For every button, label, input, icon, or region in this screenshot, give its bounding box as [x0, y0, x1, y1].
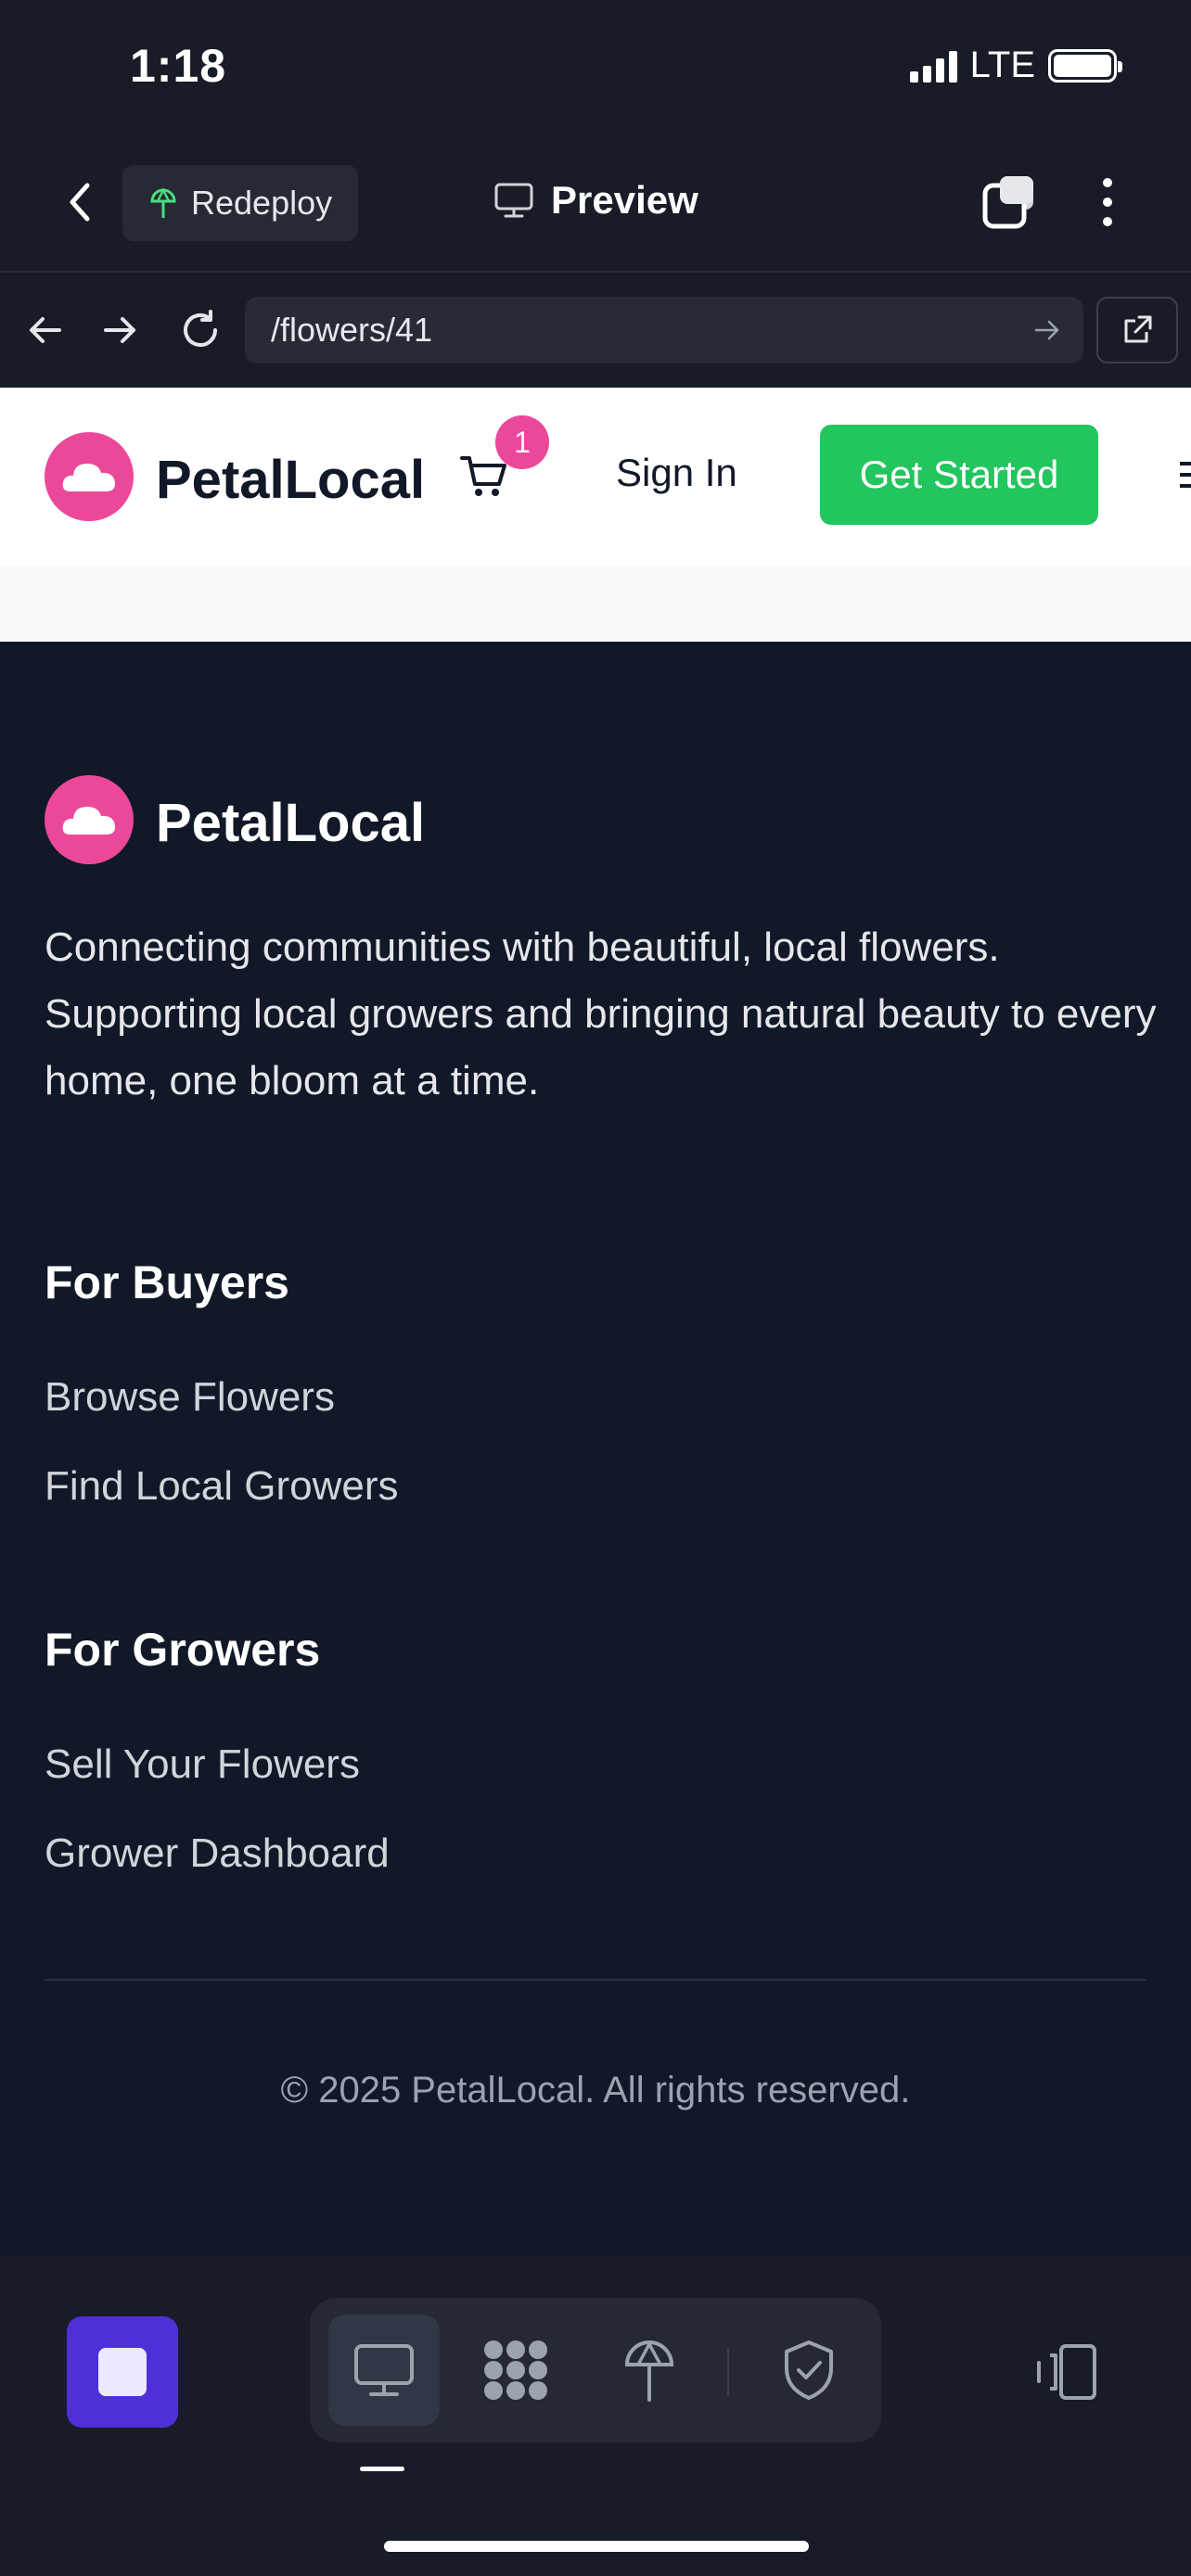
brand-name[interactable]: PetalLocal: [156, 449, 425, 511]
open-external-button[interactable]: [1096, 297, 1178, 363]
desktop-icon: [354, 2344, 414, 2396]
deploy-icon: [150, 187, 176, 218]
site-header: PetalLocal 1 Sign In Get Started: [0, 388, 1191, 566]
sell-your-flowers-link[interactable]: Sell Your Flowers: [45, 1741, 360, 1788]
desktop-icon: [494, 183, 533, 218]
status-time: 1:18: [130, 40, 227, 92]
home-indicator: [384, 2541, 809, 2552]
site-footer: PetalLocal Connecting communities with b…: [0, 642, 1191, 2257]
more-options-button[interactable]: [1091, 172, 1124, 232]
for-growers-heading: For Growers: [45, 1624, 321, 1676]
footer-brand-name: PetalLocal: [156, 793, 426, 853]
browse-flowers-link[interactable]: Browse Flowers: [45, 1374, 335, 1421]
get-started-button[interactable]: Get Started: [820, 425, 1098, 525]
apps-icon: [484, 2340, 547, 2400]
footer-logo: [45, 775, 134, 864]
arrow-right-icon: [104, 317, 135, 343]
network-type: LTE: [969, 45, 1035, 85]
page-content-band: [0, 566, 1191, 642]
reload-button[interactable]: [173, 302, 228, 358]
more-vertical-icon: [1103, 178, 1112, 187]
find-local-growers-link[interactable]: Find Local Growers: [45, 1463, 398, 1510]
external-link-icon: [1124, 315, 1152, 343]
redeploy-label: Redeploy: [191, 184, 333, 222]
browser-back-button[interactable]: [17, 302, 72, 358]
grower-dashboard-link[interactable]: Grower Dashboard: [45, 1830, 390, 1877]
url-text: /flowers/41: [271, 311, 433, 349]
tool-separator: [727, 2348, 729, 2396]
status-indicators: LTE: [909, 45, 1122, 86]
for-buyers-heading: For Buyers: [45, 1256, 289, 1308]
bottom-toolbar: [0, 2257, 1191, 2576]
footer-description: Connecting communities with beautiful, l…: [45, 925, 1157, 1103]
browser-nav-bar: /flowers/41: [0, 274, 1191, 388]
back-button[interactable]: [54, 176, 106, 228]
shield-check-icon: [785, 2340, 833, 2400]
battery-icon: [1048, 48, 1122, 83]
tool-switcher: [310, 2298, 881, 2442]
active-tool-indicator: [360, 2467, 404, 2471]
tabs-button[interactable]: [980, 172, 1039, 232]
footer-divider: [45, 1979, 1146, 1981]
device-switch-button[interactable]: [1030, 2316, 1104, 2428]
deploy-icon: [624, 2340, 674, 2402]
browser-forward-button[interactable]: [93, 302, 148, 358]
reload-icon: [184, 310, 217, 347]
tool-deploy[interactable]: [594, 2315, 705, 2426]
preview-title: Preview: [493, 178, 698, 223]
cloud-logo-icon: [62, 464, 116, 491]
status-bar: 1:18 LTE: [0, 0, 1191, 139]
arrow-left-icon: [30, 317, 61, 343]
tool-security[interactable]: [753, 2315, 864, 2426]
tabs-icon: [982, 176, 1033, 229]
stop-button[interactable]: [67, 2316, 178, 2428]
sign-in-link[interactable]: Sign In: [616, 451, 737, 495]
cart-count-badge: 1: [495, 415, 549, 469]
copyright-text: © 2025 PetalLocal. All rights reserved.: [280, 2070, 911, 2111]
redeploy-button[interactable]: Redeploy: [122, 165, 359, 241]
tool-apps[interactable]: [460, 2315, 571, 2426]
tool-preview[interactable]: [328, 2315, 440, 2426]
device-switch-icon: [1037, 2344, 1096, 2400]
url-input[interactable]: /flowers/41: [245, 297, 1083, 363]
cloud-logo-icon: [62, 807, 116, 835]
preview-label: Preview: [551, 178, 698, 222]
go-arrow-icon[interactable]: [1033, 313, 1061, 347]
app-top-bar: Redeploy Preview: [0, 139, 1191, 273]
signal-icon: [909, 49, 957, 83]
chevron-left-icon: [70, 183, 90, 222]
stop-icon: [98, 2348, 147, 2396]
logo[interactable]: [45, 432, 134, 521]
menu-icon[interactable]: [1180, 462, 1191, 490]
